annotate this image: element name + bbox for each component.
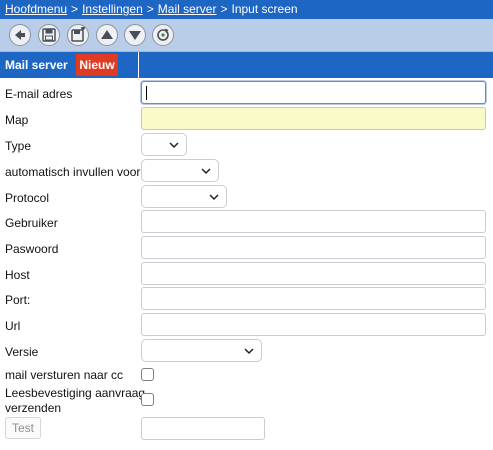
save-new-button[interactable]: [67, 24, 89, 46]
password-field[interactable]: [141, 236, 486, 259]
password-label: Paswoord: [5, 242, 59, 256]
move-down-button[interactable]: [124, 24, 146, 46]
save-new-icon: [71, 27, 85, 42]
back-button[interactable]: [9, 24, 31, 46]
save-icon: [42, 28, 56, 42]
host-field[interactable]: [141, 262, 486, 285]
host-label: Host: [5, 268, 30, 282]
refresh-button[interactable]: [152, 24, 174, 46]
chevron-down-icon: [244, 348, 254, 355]
chevron-down-icon: [169, 142, 179, 149]
read-receipt-checkbox[interactable]: [141, 393, 154, 406]
breadcrumb-separator: >: [146, 2, 154, 16]
port-field[interactable]: [141, 287, 486, 310]
type-select[interactable]: [141, 133, 187, 156]
save-button[interactable]: [38, 24, 60, 46]
email-field[interactable]: [141, 81, 486, 104]
version-select[interactable]: [141, 339, 262, 362]
test-field[interactable]: [141, 417, 265, 440]
cc-checkbox[interactable]: [141, 368, 154, 381]
email-label: E-mail adres: [5, 87, 73, 101]
user-field[interactable]: [141, 210, 486, 233]
protocol-label: Protocol: [5, 191, 50, 205]
move-up-button[interactable]: [96, 24, 118, 46]
breadcrumb-separator: >: [220, 2, 228, 16]
tab-mail-server[interactable]: Mail server: [5, 52, 68, 78]
url-label: Url: [5, 319, 21, 333]
cc-label: mail versturen naar cc: [5, 368, 124, 382]
back-icon: [15, 30, 25, 40]
up-icon: [101, 30, 113, 39]
tab-bar: Mail server Nieuw: [0, 52, 493, 78]
autofill-select[interactable]: [141, 159, 219, 182]
user-label: Gebruiker: [5, 216, 58, 230]
breadcrumb-link-mail-server[interactable]: Mail server: [158, 2, 217, 16]
chevron-down-icon: [201, 168, 211, 175]
breadcrumb-link-instellingen[interactable]: Instellingen: [82, 2, 143, 16]
read-receipt-label-line1: Leesbevestiging aanvraag: [5, 386, 146, 400]
toolbar: [0, 19, 493, 52]
map-field[interactable]: [141, 107, 486, 130]
breadcrumb: Hoofdmenu > Instellingen > Mail server > Input…: [0, 0, 493, 19]
tab-divider: [138, 52, 139, 78]
map-label: Map: [5, 113, 29, 127]
breadcrumb-separator: >: [71, 2, 79, 16]
test-button[interactable]: Test: [5, 417, 41, 439]
down-icon: [129, 31, 141, 40]
chevron-down-icon: [209, 194, 219, 201]
read-receipt-label-line2: verzenden: [5, 401, 62, 415]
url-field[interactable]: [141, 313, 486, 336]
autofill-label: automatisch invullen voor: [5, 165, 141, 179]
breadcrumb-link-hoofdmenu[interactable]: Hoofdmenu: [5, 2, 67, 16]
text-caret: [146, 86, 147, 100]
refresh-icon: [157, 28, 169, 41]
port-label: Port:: [5, 293, 31, 307]
new-badge: Nieuw: [76, 54, 118, 76]
version-label: Versie: [5, 345, 39, 359]
type-label: Type: [5, 139, 32, 153]
protocol-select[interactable]: [141, 185, 227, 208]
breadcrumb-current: Input screen: [231, 2, 298, 16]
